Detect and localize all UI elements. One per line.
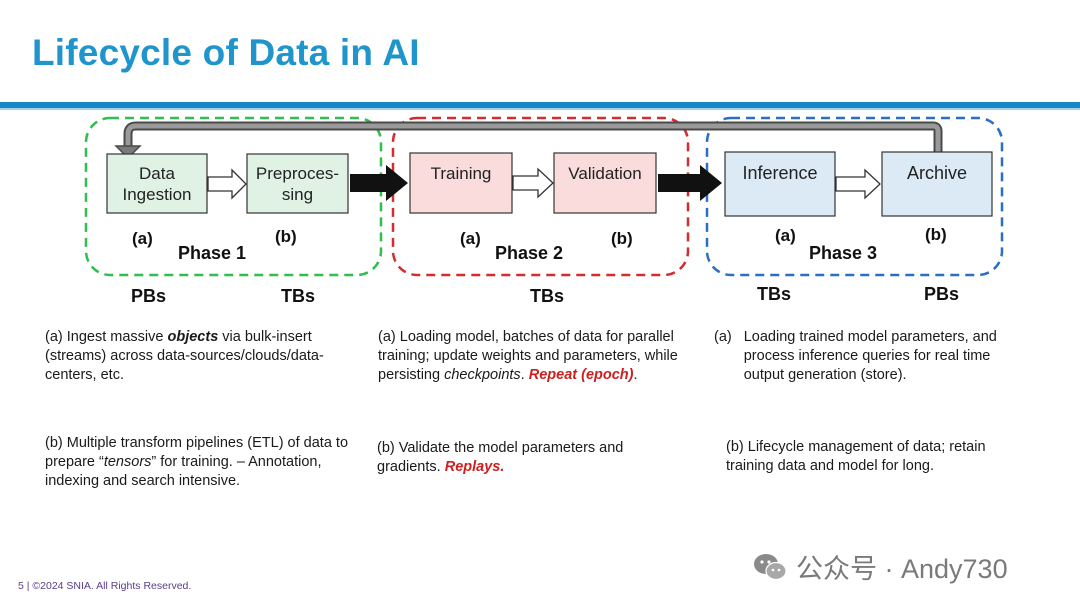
phase1-b-description: (b) Multiple transform pipelines (ETL) o…	[45, 435, 349, 489]
watermark: 公众号 · Andy730	[752, 547, 1008, 586]
hollow-arrow-icon	[207, 168, 247, 200]
phase3-label: Phase 3	[809, 243, 878, 263]
phase3-a-description: (a) Loading trained model parameters, an…	[714, 329, 997, 383]
training-label: Training	[430, 163, 492, 183]
phase1-b-label: (b)	[275, 227, 297, 246]
phase1-a-description: (a) Ingest massive objects via bulk-inse…	[45, 329, 324, 383]
slide-title: Lifecycle of Data in AI	[32, 32, 420, 73]
data-ingestion-label: Data Ingestion	[122, 163, 192, 204]
hollow-arrow-icon	[835, 168, 881, 200]
solid-arrow-icon	[658, 165, 722, 201]
solid-arrow-icon	[350, 165, 408, 201]
footer-copyright: 5 | ©2024 SNIA. All Rights Reserved.	[18, 580, 192, 592]
size-label-archive: PBs	[924, 284, 960, 304]
phase1-label: Phase 1	[178, 243, 247, 263]
phase2-a-label: (a)	[460, 229, 481, 248]
phase3-b-description: (b) Lifecycle management of data; retain…	[726, 439, 986, 474]
size-label-preprocessing: TBs	[281, 286, 316, 306]
watermark-text: 公众号 · Andy730	[796, 554, 1008, 584]
size-label-phase2: TBs	[530, 286, 565, 306]
phase2-b-label: (b)	[611, 229, 633, 248]
validation-label: Validation	[568, 163, 642, 183]
inference-label: Inference	[742, 162, 818, 183]
phase3-a-label: (a)	[775, 226, 796, 245]
phase2-a-description: (a) Loading model, batches of data for p…	[378, 329, 678, 383]
wechat-icon	[754, 553, 787, 580]
preprocessing-label: Preproces-sing	[255, 163, 340, 204]
archive-label: Archive	[906, 162, 968, 183]
phase1-a-label: (a)	[132, 229, 153, 248]
size-label-ingestion: PBs	[131, 286, 167, 306]
phase2-b-description: (b) Validate the model parameters and gr…	[377, 440, 624, 475]
hollow-arrow-icon	[512, 167, 554, 199]
size-label-inference: TBs	[757, 284, 792, 304]
phase3-b-label: (b)	[925, 225, 947, 244]
phase2-label: Phase 2	[495, 243, 564, 263]
